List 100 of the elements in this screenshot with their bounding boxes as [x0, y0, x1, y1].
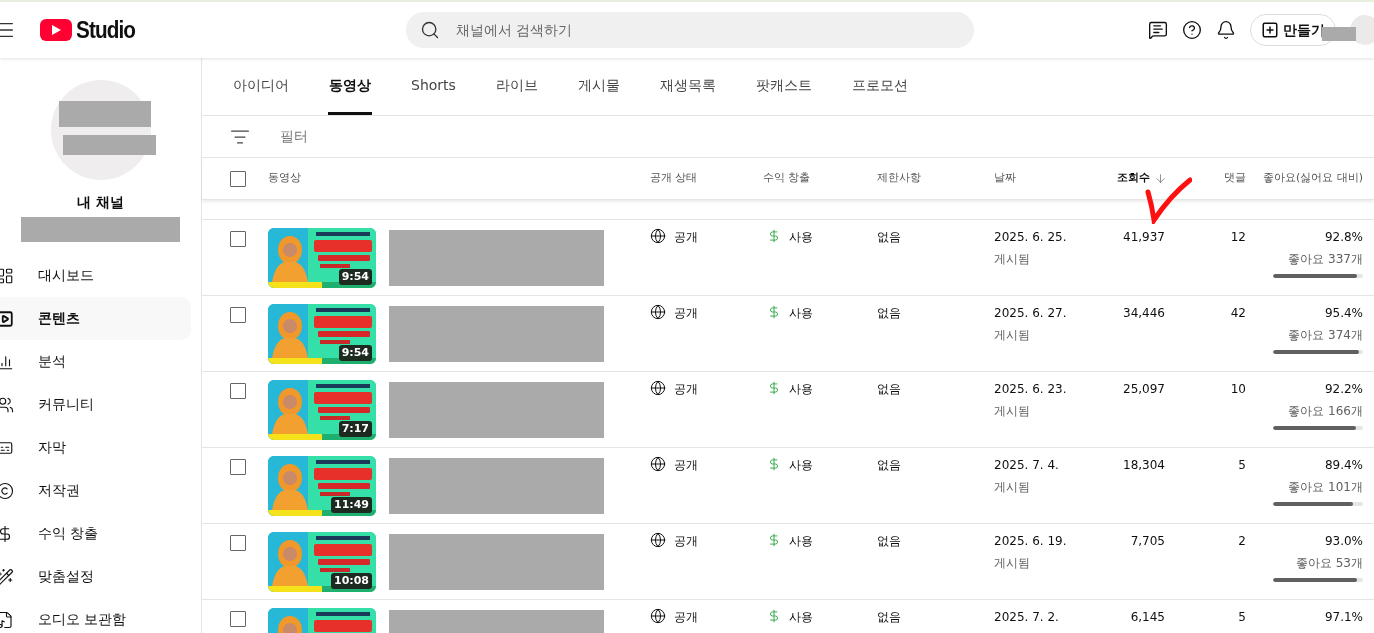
tab[interactable]: Shorts: [410, 58, 457, 115]
restrictions-text: 없음: [877, 458, 901, 472]
status-text: 게시됨: [994, 555, 1031, 572]
views-count: 18,304: [1123, 458, 1165, 472]
column-header[interactable]: 좋아요(싫어요 대비): [1262, 170, 1363, 187]
notifications-icon[interactable]: [1216, 20, 1236, 40]
channel-label: 내 채널: [77, 193, 124, 212]
restrictions-text: 없음: [877, 382, 901, 396]
column-header[interactable]: 공개 상태: [650, 170, 698, 187]
comments-count: 12: [1230, 230, 1246, 244]
checkbox[interactable]: [230, 459, 246, 475]
logo-text: Studio: [76, 15, 135, 45]
sidebar-item[interactable]: 오디오 보관함: [0, 598, 191, 633]
column-header[interactable]: 동영상: [268, 170, 301, 187]
monetization-text[interactable]: 사용: [789, 304, 813, 322]
monetization-text[interactable]: 사용: [789, 608, 813, 626]
tab[interactable]: 프로모션: [850, 58, 909, 115]
comments-count: 10: [1230, 382, 1246, 396]
views-count: 34,446: [1123, 306, 1165, 320]
column-header[interactable]: 조회수: [1117, 170, 1150, 187]
globe-icon: [650, 532, 666, 548]
globe-icon: [650, 608, 666, 624]
tab[interactable]: 동영상: [328, 58, 372, 115]
likes-count: 좋아요 337개: [1288, 251, 1363, 268]
globe-icon: [650, 380, 666, 396]
column-header[interactable]: 제한사항: [877, 170, 921, 187]
monetization-text[interactable]: 사용: [789, 456, 813, 474]
date-text: 2025. 6. 27.: [994, 305, 1068, 322]
comments-count: 2: [1238, 534, 1246, 548]
sidebar-item[interactable]: 커뮤니티: [0, 383, 191, 426]
views-count: 6,145: [1130, 610, 1165, 624]
checkbox[interactable]: [230, 231, 246, 247]
music-file-icon: [0, 610, 14, 629]
monetization-text[interactable]: 사용: [789, 380, 813, 398]
monetization-text[interactable]: 사용: [789, 532, 813, 550]
visibility-text[interactable]: 공개: [674, 228, 698, 246]
comments-count: 5: [1238, 610, 1246, 624]
sidebar-item[interactable]: 분석: [0, 340, 191, 383]
visibility-text[interactable]: 공개: [674, 456, 698, 474]
likes-count: 좋아요 101개: [1288, 479, 1363, 496]
play-logo-icon: [40, 19, 72, 41]
search-field[interactable]: 채널에서 검색하기: [405, 12, 974, 48]
checkbox[interactable]: [230, 383, 246, 399]
sidebar-item[interactable]: 콘텐츠: [0, 297, 191, 340]
restrictions-text: 없음: [877, 230, 901, 244]
restrictions-text: 없음: [877, 306, 901, 320]
tab[interactable]: 팟캐스트: [754, 58, 813, 115]
dollar-icon: [767, 456, 781, 472]
visibility-text[interactable]: 공개: [674, 304, 698, 322]
people-icon: [0, 395, 14, 414]
restrictions-text: 없음: [877, 610, 901, 624]
dollar-icon: [767, 228, 781, 244]
status-text: 게시됨: [994, 479, 1031, 496]
comments-count: 5: [1238, 458, 1246, 472]
status-text: 게시됨: [994, 251, 1031, 268]
views-count: 25,097: [1123, 382, 1165, 396]
likes-count: 좋아요 53개: [1295, 555, 1363, 572]
likes-count: 좋아요 374개: [1288, 327, 1363, 344]
dollar-icon: [767, 304, 781, 320]
date-text: 2025. 6. 25.: [994, 229, 1068, 246]
date-text: 2025. 6. 19.: [994, 533, 1068, 550]
likes-count: 좋아요 166개: [1288, 403, 1363, 420]
column-header[interactable]: 날짜: [994, 170, 1016, 187]
checkbox[interactable]: [230, 170, 246, 187]
sidebar-item[interactable]: 맞춤설정: [0, 555, 191, 598]
tab[interactable]: 라이브: [494, 58, 539, 115]
checkbox[interactable]: [230, 307, 246, 323]
monetization-text[interactable]: 사용: [789, 228, 813, 246]
views-count: 41,937: [1123, 230, 1165, 244]
sidebar-item[interactable]: 수익 창출: [0, 512, 191, 555]
restrictions-text: 없음: [877, 534, 901, 548]
visibility-text[interactable]: 공개: [674, 532, 698, 550]
filter-field[interactable]: 필터: [280, 126, 580, 147]
checkbox[interactable]: [230, 535, 246, 551]
globe-icon: [650, 228, 666, 244]
date-text: 2025. 6. 23.: [994, 381, 1068, 398]
status-text: 게시됨: [994, 327, 1031, 344]
checkbox[interactable]: [230, 611, 246, 627]
date-text: 2025. 7. 4.: [994, 457, 1060, 474]
help-icon[interactable]: [1182, 20, 1202, 40]
tab[interactable]: 게시물: [576, 58, 621, 115]
column-header[interactable]: 댓글: [1224, 170, 1246, 187]
column-header[interactable]: 수익 창출: [763, 170, 811, 187]
sidebar-item[interactable]: 자막: [0, 426, 191, 469]
visibility-text[interactable]: 공개: [674, 380, 698, 398]
visibility-text[interactable]: 공개: [674, 608, 698, 626]
globe-icon: [650, 456, 666, 472]
tab[interactable]: 재생목록: [658, 58, 717, 115]
date-text: 2025. 7. 2.: [994, 609, 1060, 626]
like-ratio: 95.4%: [1324, 305, 1363, 322]
comments-count: 42: [1230, 306, 1246, 320]
status-text: 게시됨: [994, 403, 1031, 420]
sort-arrow-icon: [1154, 172, 1167, 185]
magic-wand-icon: [0, 567, 14, 586]
feedback-icon[interactable]: [1148, 20, 1168, 40]
like-ratio: 89.4%: [1324, 457, 1363, 474]
tab[interactable]: 아이디어: [232, 58, 290, 115]
add-video-icon: [1261, 21, 1279, 39]
sidebar-item[interactable]: 저작권: [0, 469, 191, 512]
sidebar-item[interactable]: 대시보드: [0, 254, 191, 297]
